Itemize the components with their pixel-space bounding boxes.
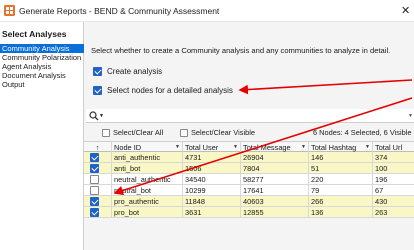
cell-total-user: 34540 <box>182 174 240 185</box>
description-text: Select whether to create a Community ana… <box>91 46 391 55</box>
cell-node-id: pro_authentic <box>111 196 182 207</box>
cell-total-hashtag: 220 <box>308 174 372 185</box>
search-icon[interactable] <box>89 111 99 121</box>
close-icon[interactable]: ✕ <box>401 4 410 17</box>
cell-total-hashtag: 79 <box>308 185 372 196</box>
cell-total-message: 40603 <box>240 196 308 207</box>
cell-total-user: 10299 <box>182 185 240 196</box>
col-header-total-user-label: Total User <box>185 143 219 152</box>
sidebar-heading: Select Analyses <box>2 29 67 39</box>
cell-total-user: 4731 <box>182 152 240 163</box>
col-header-total-message-label: Total Message <box>243 143 291 152</box>
row-checkbox-cell[interactable] <box>84 174 111 185</box>
cell-total-url: 67 <box>372 185 414 196</box>
cell-total-message: 26904 <box>240 152 308 163</box>
select-clear-visible-button[interactable]: Select/Clear Visible <box>180 127 255 138</box>
sidebar-nav: Community Analysis Community Polarizatio… <box>0 44 84 89</box>
table-header-row: ↑ Node ID ▼ Total User ▼ Total Message ▼ To… <box>84 141 414 153</box>
sidebar-item-document-analysis[interactable]: Document Analysis <box>0 71 84 80</box>
select-nodes-checkbox[interactable] <box>93 85 102 95</box>
cell-total-message: 12855 <box>240 207 308 218</box>
title-bar: Generate Reports - BEND & Community Asse… <box>0 0 414 22</box>
select-clear-visible-label: Select/Clear Visible <box>191 128 255 137</box>
cell-total-user: 1506 <box>182 163 240 174</box>
selection-status: 6 Nodes: 4 Selected, 6 Visible <box>313 128 412 137</box>
select-nodes-option[interactable]: Select nodes for a detailed analysis <box>93 84 233 96</box>
scroll-down-icon[interactable]: ▼ <box>408 113 413 119</box>
cell-node-id: neutral_bot <box>111 185 182 196</box>
cell-total-user: 11848 <box>182 196 240 207</box>
row-checkbox-cell[interactable] <box>84 196 111 207</box>
cell-total-url: 430 <box>372 196 414 207</box>
sidebar-item-community-analysis[interactable]: Community Analysis <box>0 44 84 53</box>
col-header-node-id-label: Node ID <box>114 143 142 152</box>
selection-toolbar: Select/Clear All Select/Clear Visible 6 … <box>86 126 414 140</box>
table-row[interactable]: pro_bot 3631 12855 136 263 <box>84 207 414 218</box>
cell-total-url: 100 <box>372 163 414 174</box>
cell-node-id: neutral_authentic <box>111 174 182 185</box>
create-analysis-label: Create analysis <box>107 66 163 76</box>
cell-node-id: pro_bot <box>111 207 182 218</box>
row-checkbox[interactable] <box>90 153 99 162</box>
row-checkbox[interactable] <box>90 164 99 173</box>
row-checkbox-cell[interactable] <box>84 207 111 218</box>
sidebar: Select Analyses Community Analysis Commu… <box>0 22 84 250</box>
sidebar-item-output[interactable]: Output <box>0 80 84 89</box>
search-bar[interactable]: ▼ ▼ <box>86 109 414 123</box>
cell-total-url: 196 <box>372 174 414 185</box>
table-row[interactable]: anti_authentic 4731 26904 146 374 <box>84 152 414 163</box>
table-row[interactable]: anti_bot 1506 7804 51 100 <box>84 163 414 174</box>
select-clear-all-button[interactable]: Select/Clear All <box>102 127 163 138</box>
select-all-checkbox[interactable] <box>102 128 110 137</box>
sidebar-item-agent-analysis[interactable]: Agent Analysis <box>0 62 84 71</box>
row-checkbox[interactable] <box>90 208 99 217</box>
cell-total-hashtag: 146 <box>308 152 372 163</box>
window-title: Generate Reports - BEND & Community Asse… <box>19 6 220 16</box>
cell-total-hashtag: 51 <box>308 163 372 174</box>
search-dropdown-icon[interactable]: ▼ <box>99 113 104 119</box>
row-checkbox-cell[interactable] <box>84 163 111 174</box>
cell-total-message: 17641 <box>240 185 308 196</box>
cell-total-url: 374 <box>372 152 414 163</box>
create-analysis-checkbox[interactable] <box>93 66 102 76</box>
select-visible-checkbox[interactable] <box>180 128 188 137</box>
row-checkbox-cell[interactable] <box>84 185 111 196</box>
create-analysis-option[interactable]: Create analysis <box>93 65 162 77</box>
cell-total-user: 3631 <box>182 207 240 218</box>
col-header-total-hashtag-label: Total Hashtag <box>311 143 357 152</box>
cell-node-id: anti_bot <box>111 163 182 174</box>
row-checkbox[interactable] <box>90 175 99 184</box>
select-clear-all-label: Select/Clear All <box>113 128 164 137</box>
table-row[interactable]: pro_authentic 11848 40603 266 430 <box>84 196 414 207</box>
cell-total-hashtag: 266 <box>308 196 372 207</box>
sidebar-item-community-polarization[interactable]: Community Polarization <box>0 53 84 62</box>
cell-total-url: 263 <box>372 207 414 218</box>
cell-total-hashtag: 136 <box>308 207 372 218</box>
row-checkbox[interactable] <box>90 186 99 195</box>
col-header-total-url-label: Total Url <box>375 143 403 152</box>
table-row[interactable]: neutral_authentic 34540 58277 220 196 <box>84 174 414 185</box>
cell-node-id: anti_authentic <box>111 152 182 163</box>
row-checkbox[interactable] <box>90 197 99 206</box>
main-panel: Select whether to create a Community ana… <box>84 22 414 250</box>
select-nodes-label: Select nodes for a detailed analysis <box>107 85 233 95</box>
row-checkbox-cell[interactable] <box>84 152 111 163</box>
table-row[interactable]: neutral_bot 10299 17641 79 67 <box>84 185 414 196</box>
cell-total-message: 7804 <box>240 163 308 174</box>
cell-total-message: 58277 <box>240 174 308 185</box>
app-logo-icon <box>4 5 15 16</box>
